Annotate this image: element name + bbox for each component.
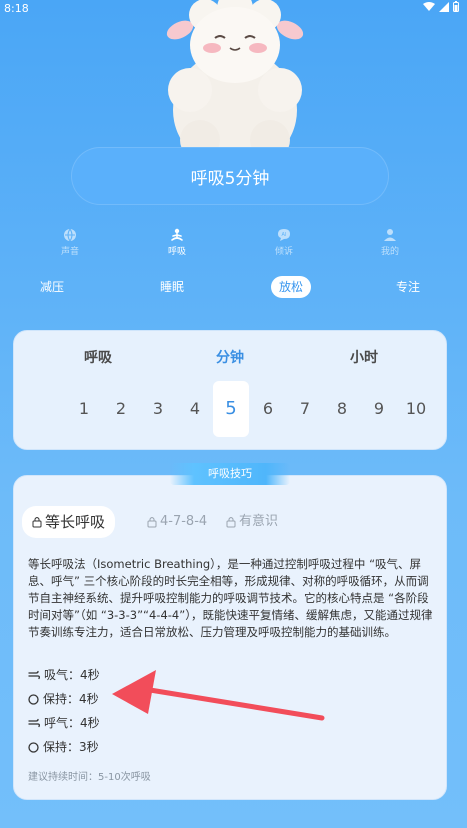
signal-icon	[439, 1, 449, 12]
category-tabs: 减压 睡眠 放松 专注	[0, 276, 467, 298]
lock-icon	[32, 516, 42, 528]
number-option[interactable]: 1	[436, 381, 448, 437]
ai-chat-icon: AI	[278, 229, 290, 241]
nav-item-breathing[interactable]: 呼吸	[147, 228, 207, 257]
nav-item-sound[interactable]: 声音	[40, 228, 100, 257]
number-option-selected[interactable]: 5	[213, 381, 249, 437]
number-option[interactable]: 10	[398, 381, 434, 437]
number-option[interactable]: 3	[140, 381, 176, 437]
step-item: 呼气：4秒	[28, 714, 100, 732]
wind-icon	[28, 718, 40, 728]
battery-icon	[453, 1, 459, 12]
technique-tabs: 等长呼吸 4-7-8-4 有意识	[22, 506, 442, 538]
technique-tab-label: 4-7-8-4	[160, 514, 208, 529]
number-option[interactable]: 7	[287, 381, 323, 437]
category-tab-focus[interactable]: 专注	[396, 276, 420, 298]
wifi-icon	[423, 1, 435, 11]
technique-card: 等长呼吸 4-7-8-4 有意识 等长呼吸法（Isometric Breathi…	[13, 475, 447, 800]
technique-tab-isometric[interactable]: 等长呼吸	[22, 506, 116, 538]
picker-column-minute[interactable]: 分钟	[216, 347, 244, 367]
number-option[interactable]: 8	[324, 381, 360, 437]
step-text: 保持：4秒	[43, 692, 99, 706]
wind-icon	[28, 670, 40, 680]
lock-icon	[147, 516, 157, 528]
step-text: 吸气：4秒	[44, 668, 100, 682]
technique-section-label: 呼吸技巧	[170, 463, 290, 485]
technique-tab-478[interactable]: 4-7-8-4	[147, 506, 207, 538]
technique-tab-conscious[interactable]: 有意识	[226, 506, 278, 538]
nav-label: 声音	[60, 247, 79, 257]
step-item: 保持：3秒	[28, 738, 99, 756]
category-tab-relax[interactable]: 放松	[271, 276, 312, 298]
circle-icon	[28, 741, 39, 753]
technique-tab-label: 有意识	[239, 514, 279, 529]
picker-header: 呼吸 分钟 小时	[14, 347, 448, 367]
picker-column-hour[interactable]: 小时	[350, 347, 378, 367]
picker-column-breath[interactable]: 呼吸	[84, 347, 112, 367]
duration-picker: 呼吸 分钟 小时 1 2 3 4 5 6 7 8 9 10 1	[13, 330, 447, 450]
nav-label: 倾诉	[274, 247, 293, 257]
number-option[interactable]: 2	[103, 381, 139, 437]
number-option[interactable]: 9	[361, 381, 397, 437]
step-item: 吸气：4秒	[28, 666, 100, 684]
start-session-button[interactable]: 呼吸5分钟	[71, 147, 389, 205]
step-text: 保持：3秒	[43, 740, 99, 754]
svg-text:AI: AI	[282, 232, 287, 238]
nav-item-confide[interactable]: AI 倾诉	[254, 228, 314, 257]
category-tab-sleep[interactable]: 睡眠	[160, 276, 184, 298]
main-nav: 声音 呼吸 AI 倾诉 我的	[0, 228, 467, 264]
number-option[interactable]: 6	[250, 381, 286, 437]
technique-description: 等长呼吸法（Isometric Breathing），是一种通过控制呼吸过程中 …	[28, 557, 433, 639]
status-time: 8:18	[4, 2, 29, 15]
nav-item-profile[interactable]: 我的	[360, 228, 420, 257]
number-option[interactable]: 1	[66, 381, 102, 437]
step-text: 呼气：4秒	[44, 716, 100, 730]
duration-hint: 建议持续时间：5-10次呼吸	[28, 772, 151, 783]
number-picker[interactable]: 1 2 3 4 5 6 7 8 9 10 1	[14, 381, 448, 437]
number-option[interactable]: 4	[177, 381, 213, 437]
lock-icon	[226, 516, 236, 528]
step-item: 保持：4秒	[28, 690, 99, 708]
circle-icon	[28, 693, 39, 705]
meditation-icon	[171, 228, 183, 241]
nav-label: 我的	[380, 247, 399, 257]
technique-tab-label: 等长呼吸	[45, 513, 106, 531]
person-icon	[384, 229, 396, 241]
sheep-mascot-image	[166, 0, 304, 160]
globe-icon	[64, 228, 76, 242]
status-icons	[423, 1, 459, 12]
category-tab-stress[interactable]: 减压	[40, 276, 64, 298]
nav-label: 呼吸	[167, 247, 186, 257]
